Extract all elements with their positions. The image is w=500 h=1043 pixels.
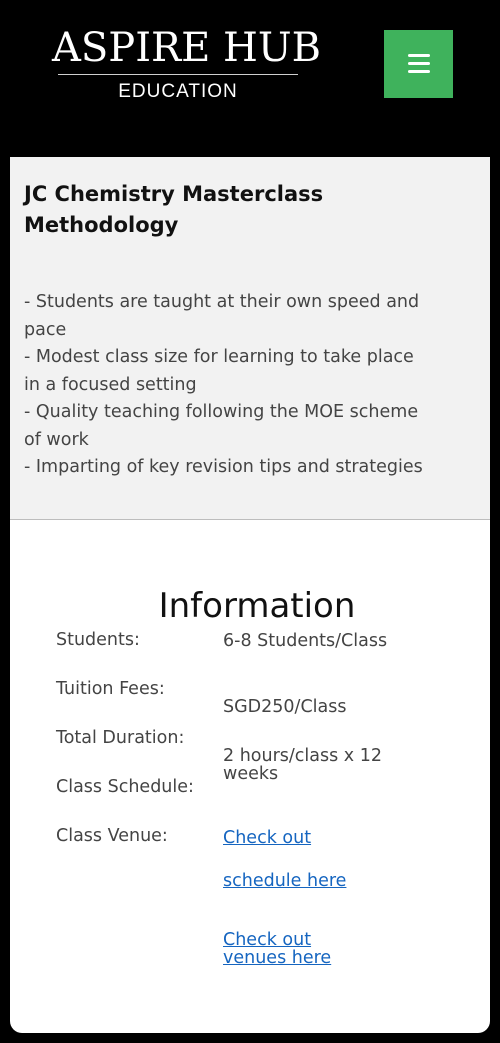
main-content: JC Chemistry Masterclass Methodology - S… [10,157,490,1033]
site-logo[interactable]: ASPIRE HUB EDUCATION [52,24,322,103]
menu-button[interactable] [384,30,453,98]
logo-main-text: ASPIRE HUB [52,25,322,71]
methodology-point: - Modest class size for learning to take… [24,347,414,395]
total-duration-value: 2 hours/class x 12 weeks [223,746,382,784]
site-header: ASPIRE HUB EDUCATION [10,0,490,157]
logo-sub-text: EDUCATION [118,81,238,102]
information-heading: Information [158,586,356,626]
venues-link[interactable]: Check out venues here [223,931,353,967]
tuition-fees-label: Tuition Fees: [56,679,165,699]
methodology-point: - Imparting of key revision tips and str… [24,457,423,477]
menu-bar-bottom [408,70,430,73]
methodology-section: JC Chemistry Masterclass Methodology - S… [10,157,490,520]
class-schedule-label: Class Schedule: [56,777,194,797]
methodology-point: - Quality teaching following the MOE sch… [24,402,419,450]
total-duration-label: Total Duration: [56,728,185,748]
phone-frame: ASPIRE HUB EDUCATION JC Chemistry Master… [0,0,500,1043]
students-value: 6-8 Students/Class [223,631,388,651]
schedule-link-continued[interactable]: schedule here [223,872,383,890]
menu-bar-top [408,54,430,57]
students-label: Students: [56,630,140,650]
menu-bar-middle [408,62,430,65]
class-venue-label: Class Venue: [56,826,168,846]
methodology-list: - Students are taught at their own speed… [24,289,424,482]
schedule-link[interactable]: Check out [223,829,383,847]
logo-divider [58,74,298,75]
methodology-point: - Students are taught at their own speed… [24,292,420,340]
methodology-title: JC Chemistry Masterclass Methodology [24,182,324,237]
tuition-fees-value: SGD250/Class [223,697,347,717]
